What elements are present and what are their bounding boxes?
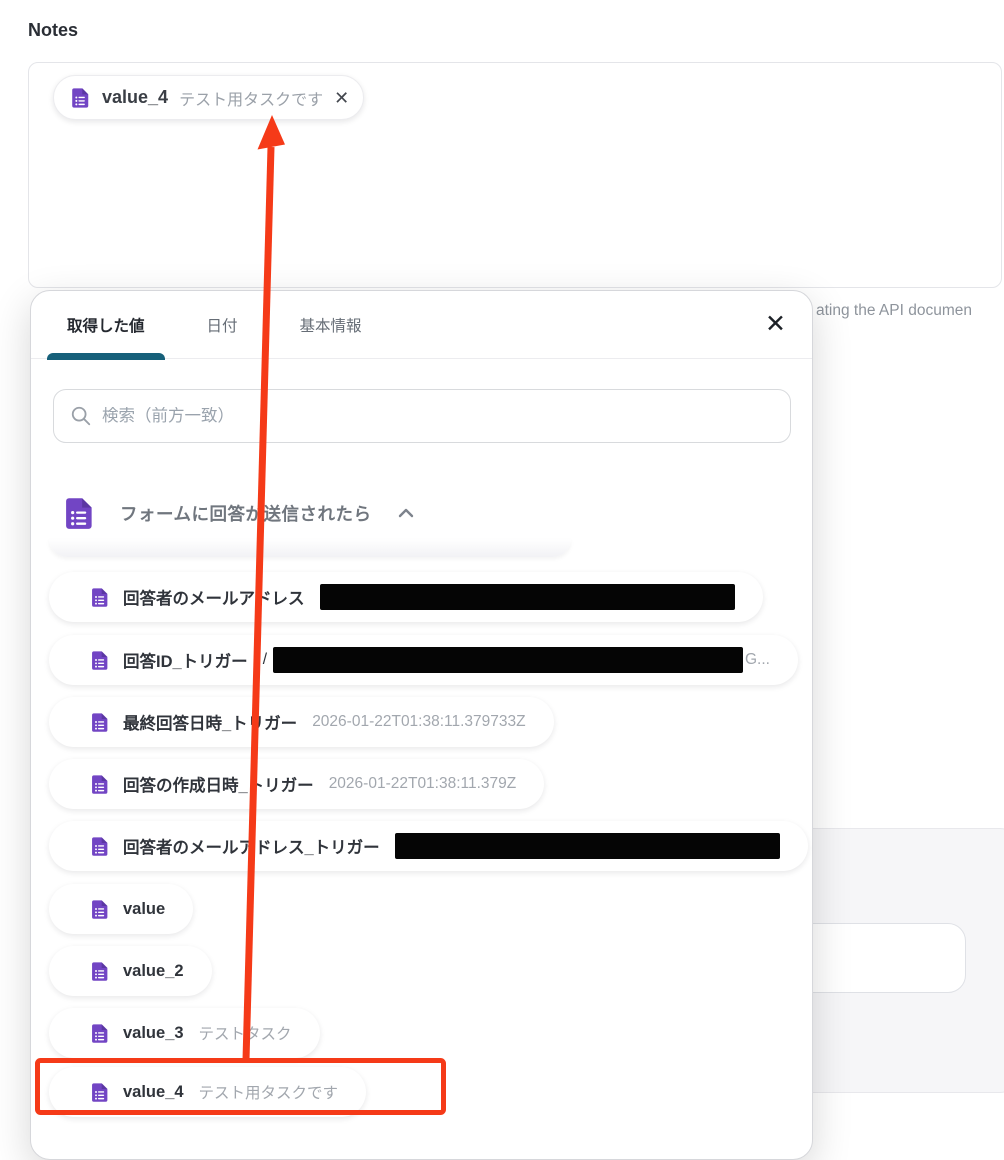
search-box [53,389,791,443]
list-item-label: value_2 [123,961,184,980]
list-item-highlighted[interactable]: value_4 テスト用タスクです [49,1067,367,1117]
list-item[interactable]: value_2 [49,946,212,996]
chevron-up-icon[interactable] [395,502,417,524]
clipped-list-item [49,539,571,557]
list-item-label: 回答者のメールアドレス [123,590,305,608]
chip-field-name: value_4 [102,87,169,107]
list-item-value: テスト用タスクです [198,1085,339,1102]
notes-field-label: Notes [28,20,79,40]
modal-tabbar: 取得した値 日付 基本情報 ✕ [31,291,812,360]
search-input[interactable] [102,406,774,426]
google-forms-icon [72,87,89,108]
google-forms-icon [92,961,108,981]
google-forms-icon [92,712,108,732]
list-item[interactable]: value_3 テストタスク [49,1008,320,1058]
redacted-value-bar [319,584,735,610]
search-icon [71,406,91,426]
list-item-value: テストタスク [198,1026,292,1043]
close-icon[interactable]: ✕ [761,308,790,341]
list-item-label: 最終回答日時_トリガー [123,715,298,733]
list-item[interactable]: 回答ID_トリガー / G... [49,635,798,685]
google-forms-icon [92,1082,108,1102]
tab-date[interactable]: 日付 [187,291,258,359]
variable-picker-modal: 取得した値 日付 基本情報 ✕ フォームに回答が送信されたら 回答者のメールアド… [30,290,813,1160]
list-item-label: value [123,899,166,918]
chip-field-preview: テスト用タスクです [179,91,324,109]
list-item-value: 2026-01-22T01:38:11.379Z [328,775,517,792]
google-forms-icon [66,497,92,529]
list-item[interactable]: 回答者のメールアドレス [49,572,763,622]
trigger-section-header[interactable]: フォームに回答が送信されたら [61,491,417,535]
list-item-label: 回答の作成日時_トリガー [123,777,314,795]
notes-textarea[interactable]: value_4 テスト用タスクです ✕ [28,62,1002,288]
inserted-value-chip[interactable]: value_4 テスト用タスクです ✕ [53,75,365,120]
list-item-value: 2026-01-22T01:38:11.379733Z [312,713,526,730]
google-forms-icon [92,836,108,856]
tab-basic-info[interactable]: 基本情報 [280,291,382,359]
list-item-value-fragment: G... [745,651,770,668]
chip-remove-icon[interactable]: ✕ [334,89,349,107]
list-item-label: 回答者のメールアドレス_トリガー [123,839,380,857]
trigger-section-title: フォームに回答が送信されたら [120,503,372,524]
list-item[interactable]: value [49,884,194,934]
list-item[interactable]: 最終回答日時_トリガー 2026-01-22T01:38:11.379733Z [49,697,554,747]
list-item[interactable]: 回答の作成日時_トリガー 2026-01-22T01:38:11.379Z [49,759,545,809]
redacted-value-bar [394,833,780,859]
tab-retrieved-values[interactable]: 取得した値 [47,291,165,360]
google-forms-icon [92,1023,108,1043]
google-forms-icon [92,774,108,794]
list-item-value-fragment: / [262,651,267,668]
list-item-label: value_3 [123,1023,184,1042]
list-item-label: 回答ID_トリガー [123,653,248,671]
redacted-value-bar [273,647,743,673]
google-forms-icon [92,587,108,607]
list-item-label: value_4 [123,1082,184,1101]
google-forms-icon [92,650,108,670]
background-helper-text: ating the API documen [816,302,972,319]
list-item[interactable]: 回答者のメールアドレス_トリガー [49,821,808,871]
google-forms-icon [92,899,108,919]
